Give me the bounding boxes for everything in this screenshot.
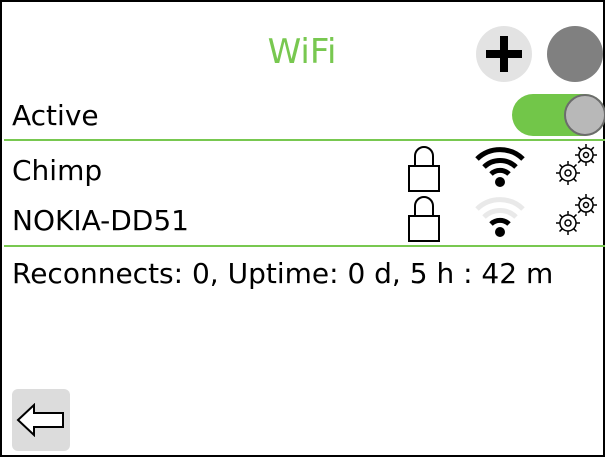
plus-icon (486, 36, 522, 72)
gear-settings-icon[interactable] (550, 140, 602, 192)
wifi-signal-strong-icon (475, 147, 525, 187)
active-toggle[interactable] (512, 94, 605, 136)
back-button[interactable] (12, 389, 70, 451)
divider-bottom (4, 245, 605, 247)
back-arrow-icon (16, 403, 64, 437)
connection-status: Reconnects: 0, Uptime: 0 d, 5 h : 42 m (12, 257, 554, 290)
gear-settings-icon[interactable] (550, 190, 602, 242)
network-ssid-chimp[interactable]: Chimp (12, 154, 102, 188)
toggle-knob[interactable] (564, 94, 605, 136)
active-label: Active (12, 99, 99, 132)
network-ssid-nokia[interactable]: NOKIA-DD51 (12, 204, 189, 238)
wifi-screen: WiFi Active Chimp NOKIA-DD51 Reconnects:… (0, 0, 605, 457)
lock-icon (408, 196, 440, 242)
wifi-signal-weak-icon (475, 197, 525, 237)
page-title: WiFi (267, 32, 337, 72)
lock-icon (408, 146, 440, 192)
divider-top (4, 139, 605, 141)
menu-button[interactable] (547, 26, 603, 82)
add-network-button[interactable] (476, 26, 532, 82)
